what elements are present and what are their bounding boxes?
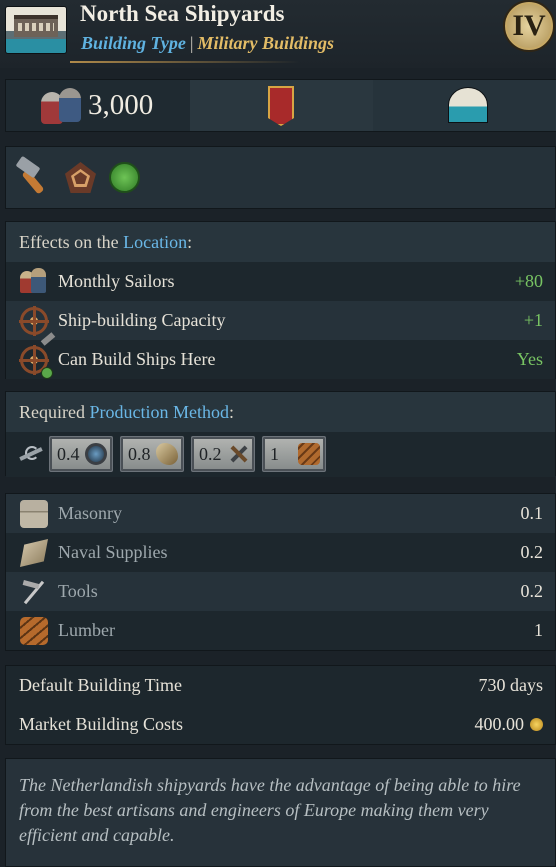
- input-goods-panel: Masonry 0.1 Naval Supplies 0.2 Tools 0.2…: [5, 493, 556, 651]
- logs-icon: [298, 443, 320, 465]
- sailors-icon: [20, 268, 48, 296]
- input-chip-lumber[interactable]: 1: [262, 436, 326, 472]
- production-method-link[interactable]: Production Method: [89, 402, 229, 422]
- tools-icon: [227, 443, 249, 465]
- costs-panel: Default Building Time 730 days Market Bu…: [5, 665, 556, 745]
- stats-strip: 3,000: [5, 79, 556, 132]
- production-heading: Required Production Method:: [6, 392, 555, 432]
- green-check-icon[interactable]: [109, 162, 140, 193]
- workers-cell[interactable]: 3,000: [6, 80, 190, 131]
- flavor-description: The Netherlandish shipyards have the adv…: [5, 758, 556, 867]
- goods-row[interactable]: Lumber 1: [6, 611, 555, 650]
- hammer-icon[interactable]: [15, 155, 51, 195]
- header-divider: [70, 61, 300, 63]
- port-cell[interactable]: [373, 80, 556, 131]
- masonry-icon: [20, 500, 48, 528]
- banner-cell[interactable]: [190, 80, 373, 131]
- building-category[interactable]: Military Buildings: [197, 33, 334, 53]
- tier-medallion-icon: IV: [503, 0, 555, 52]
- goods-row[interactable]: Tools 0.2: [6, 572, 555, 611]
- ship-wheel-icon: [19, 306, 56, 346]
- location-link[interactable]: Location: [123, 232, 187, 252]
- building-subtitle: Building Type | Military Buildings: [81, 33, 334, 53]
- shipyard-icon: [5, 6, 67, 54]
- workers-icon: [41, 88, 83, 126]
- gold-coin-icon: [530, 718, 543, 731]
- goods-row[interactable]: Naval Supplies 0.2: [6, 533, 555, 572]
- spyglass-icon: [85, 443, 107, 465]
- workers-value: 3,000: [88, 89, 154, 121]
- pentagon-icon[interactable]: [65, 162, 96, 193]
- production-inputs-row: 0.4 0.8 0.2 1: [6, 432, 555, 477]
- building-time-row: Default Building Time 730 days: [6, 666, 555, 705]
- production-method-icon: [19, 444, 45, 464]
- port-icon: [448, 87, 488, 123]
- tooltip-header: North Sea Shipyards Building Type | Milita…: [0, 0, 556, 68]
- market-cost-value: 400.00: [474, 714, 525, 734]
- input-chip-tools[interactable]: 0.2: [191, 436, 255, 472]
- effect-row[interactable]: Monthly Sailors +80: [6, 262, 555, 301]
- goods-row[interactable]: Masonry 0.1: [6, 494, 555, 533]
- production-method-panel: Required Production Method: 0.4 0.8 0.2 …: [5, 391, 556, 477]
- market-cost-row: Market Building Costs 400.00: [6, 705, 555, 744]
- effect-row[interactable]: Ship-building Capacity +1: [6, 301, 555, 346]
- location-effects-panel: Effects on the Location: Monthly Sailors…: [5, 221, 556, 379]
- naval-supplies-icon: [20, 539, 48, 567]
- modifier-icons-row: [5, 146, 556, 209]
- rope-icon: [156, 443, 178, 465]
- building-title: North Sea Shipyards: [80, 1, 285, 26]
- effect-row[interactable]: Can Build Ships Here Yes: [6, 340, 555, 379]
- building-type-label[interactable]: Building Type: [81, 33, 186, 53]
- lumber-icon: [20, 617, 48, 645]
- tools-icon: [20, 578, 48, 606]
- ship-wheel-check-icon: [19, 345, 53, 379]
- effects-heading: Effects on the Location:: [6, 222, 555, 262]
- banner-icon: [268, 86, 294, 126]
- input-chip-masonry[interactable]: 0.4: [49, 436, 113, 472]
- input-chip-naval-supplies[interactable]: 0.8: [120, 436, 184, 472]
